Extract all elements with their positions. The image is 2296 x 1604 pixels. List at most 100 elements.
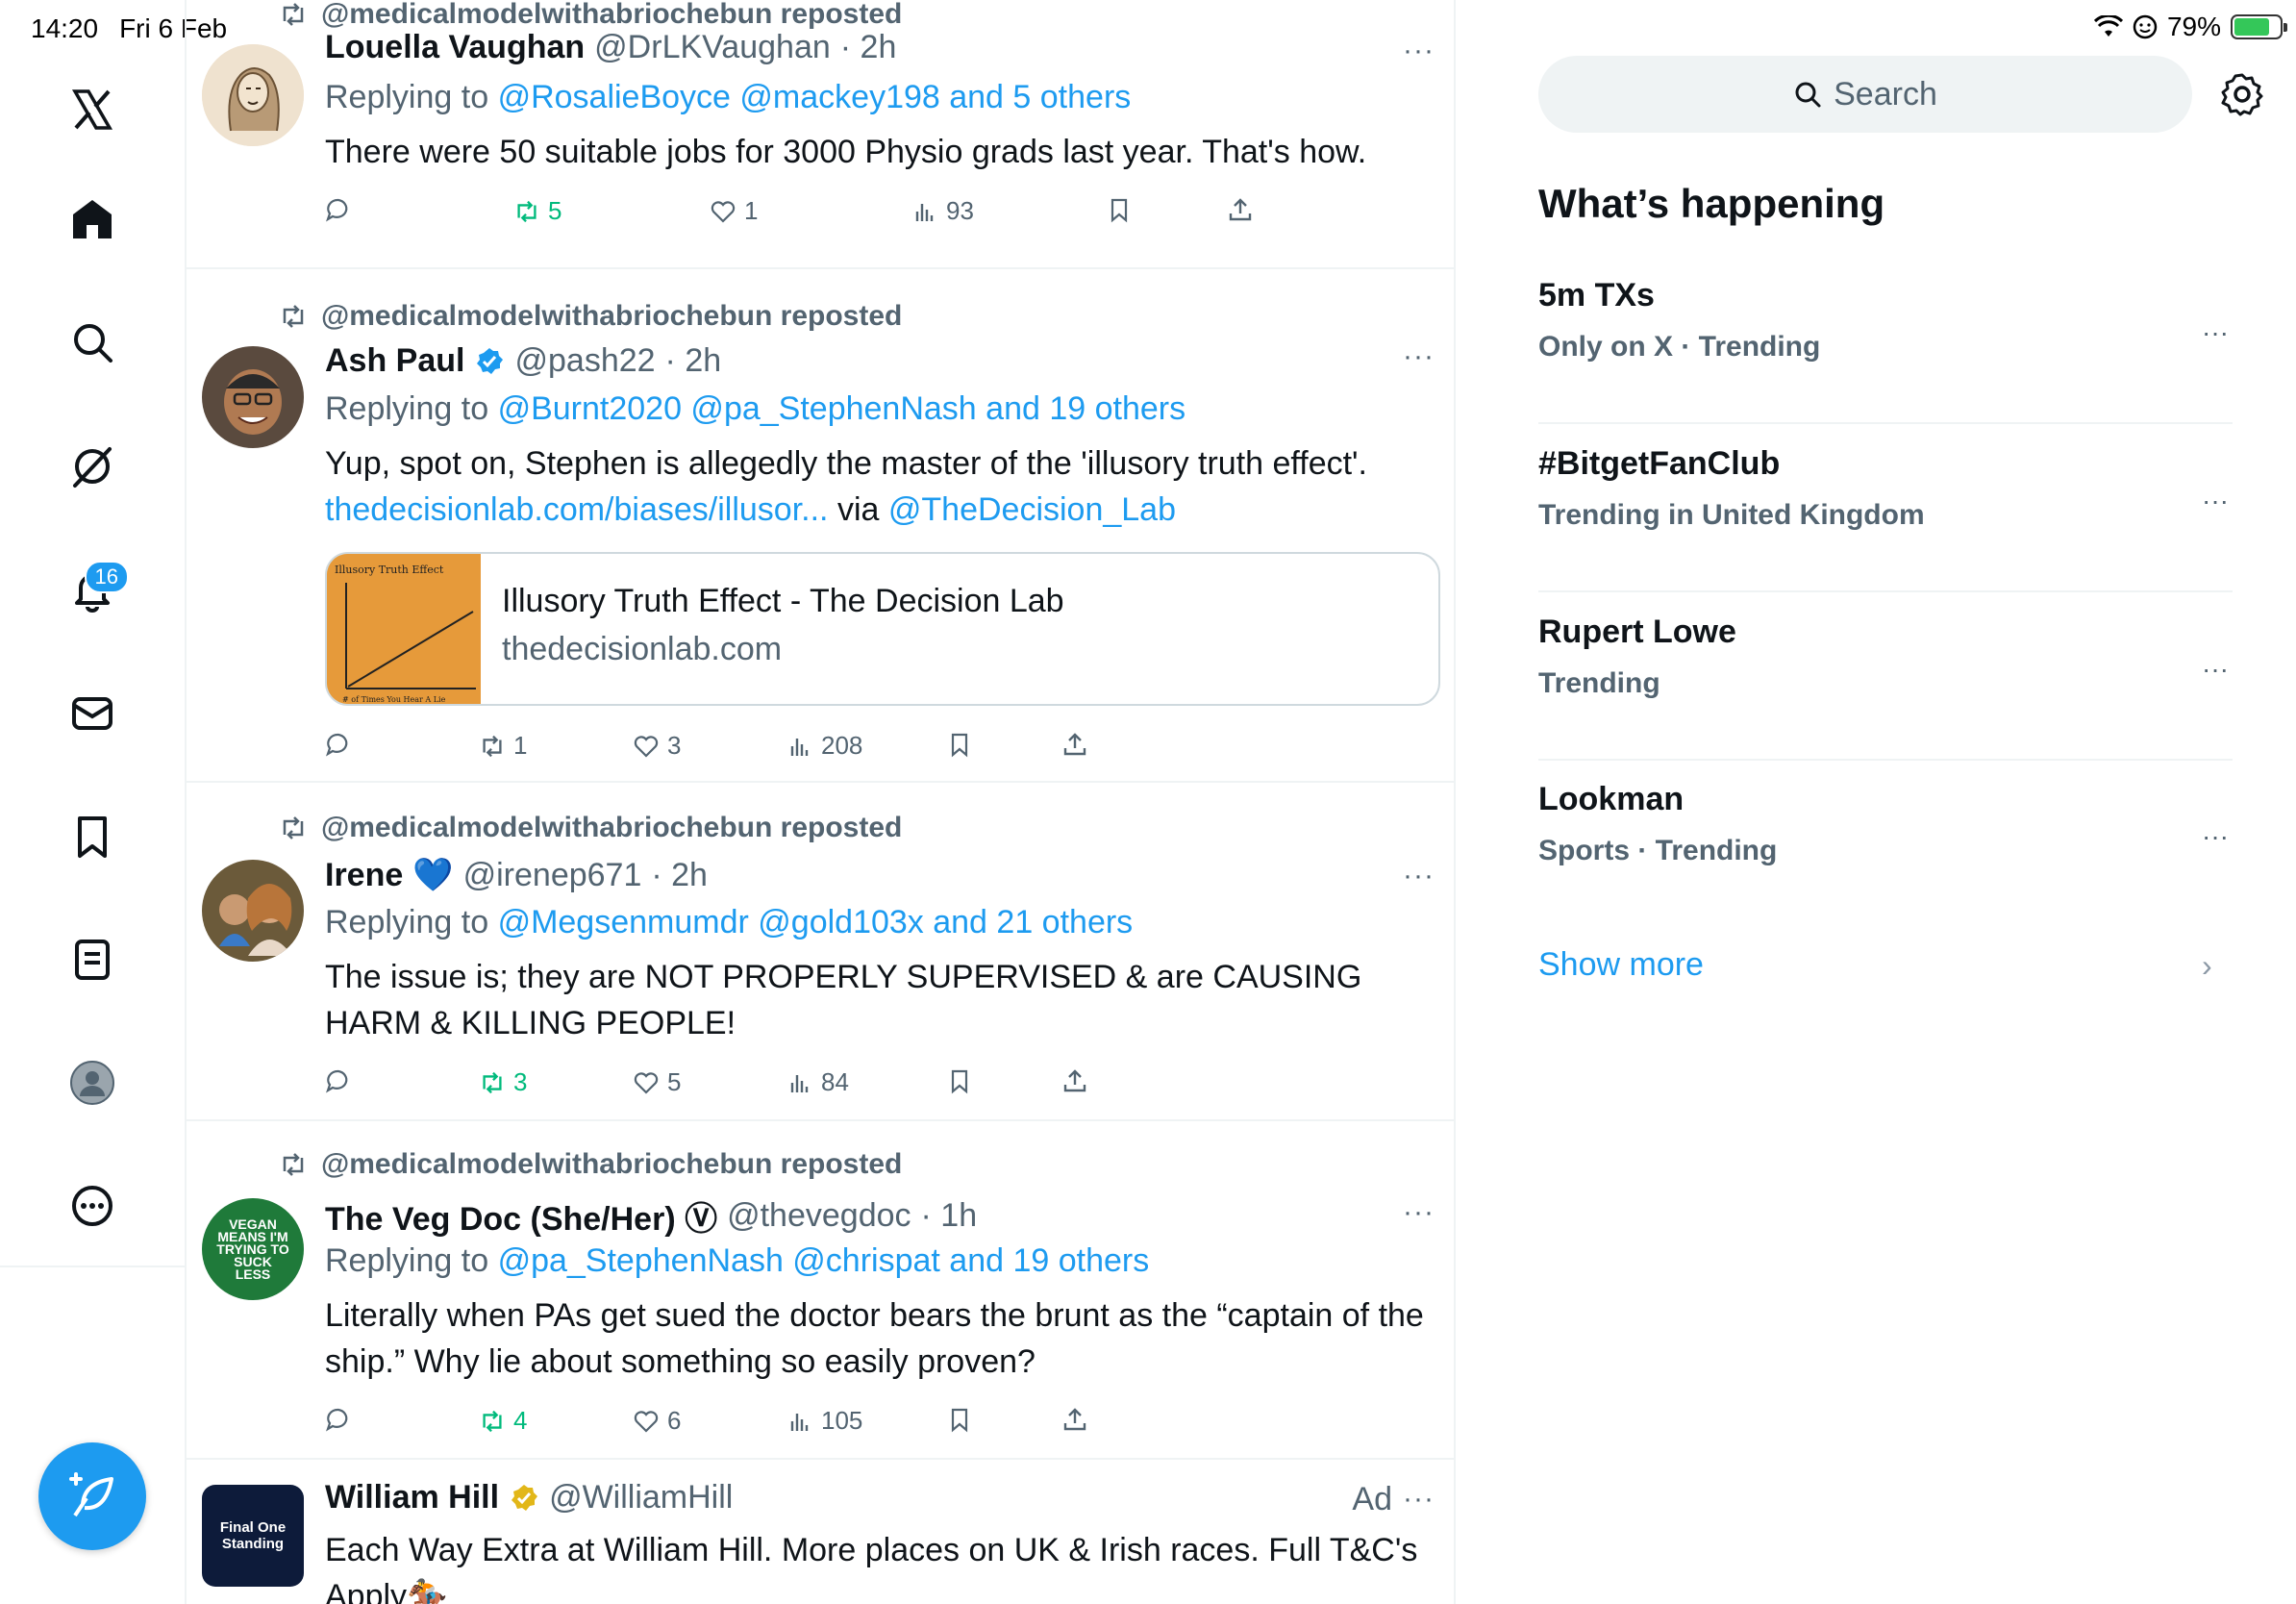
replying-prefix: Replying to (325, 1242, 489, 1279)
views-button[interactable]: 208 (786, 731, 862, 761)
repost-button[interactable]: 4 (479, 1406, 527, 1436)
like-button[interactable]: 5 (633, 1067, 681, 1097)
replying-to: Replying to @pa_StephenNash @chrispat an… (325, 1242, 1149, 1280)
repost-button[interactable]: 1 (479, 731, 527, 761)
settings-gear-icon[interactable] (2219, 71, 2265, 117)
repost-icon (517, 200, 537, 222)
tweet-more-button[interactable]: ··· (1403, 860, 1435, 892)
views-button[interactable]: 105 (786, 1406, 862, 1436)
share-button[interactable] (1061, 1067, 1088, 1094)
replying-to-users[interactable]: @Burnt2020 @pa_StephenNash and 19 others (498, 390, 1186, 427)
home-icon[interactable] (63, 190, 121, 248)
repost-icon (283, 305, 304, 328)
more-icon[interactable] (63, 1177, 121, 1235)
tweet-link[interactable]: thedecisionlab.com/biases/illusor... (325, 491, 829, 528)
reply-button[interactable] (325, 731, 352, 758)
reply-button[interactable] (325, 1067, 352, 1094)
views-button[interactable]: 84 (786, 1067, 849, 1097)
trend-item[interactable]: 5m TXs Only on X · Trending ··· (1538, 256, 2233, 424)
tweet[interactable]: @medicalmodelwithabriochebun reposted Ir… (187, 783, 1454, 1121)
like-button[interactable]: 6 (633, 1406, 681, 1436)
trend-meta: Sports · Trending (1538, 835, 1778, 866)
repost-button[interactable]: 5 (513, 196, 562, 226)
grok-icon[interactable] (63, 438, 121, 495)
ad-tweet[interactable]: Final One Standing William Hill @William… (187, 1460, 1454, 1604)
compose-button[interactable] (38, 1442, 146, 1550)
trend-more-button[interactable]: ··· (2202, 317, 2229, 348)
reply-button[interactable] (325, 1406, 352, 1433)
like-button[interactable]: 3 (633, 731, 681, 761)
repost-button[interactable]: 3 (479, 1067, 527, 1097)
author-name[interactable]: Ash Paul (325, 342, 464, 380)
tweet-more-button[interactable]: ··· (1403, 1483, 1435, 1516)
author-handle[interactable]: @WilliamHill (549, 1479, 733, 1516)
author-handle[interactable]: @pash22 (514, 342, 655, 380)
tweet-time[interactable]: · 2h (665, 342, 722, 380)
author-name[interactable]: Louella Vaughan (325, 29, 585, 66)
bookmark-button[interactable] (946, 1406, 973, 1433)
avatar[interactable]: Final One Standing (202, 1485, 304, 1587)
replying-to-users[interactable]: @RosalieBoyce @mackey198 and 5 others (498, 79, 1132, 115)
trend-more-button[interactable]: ··· (2202, 654, 2229, 685)
like-button[interactable]: 1 (710, 196, 758, 226)
heart-icon (634, 1410, 659, 1433)
tweet-more-button[interactable]: ··· (1403, 1196, 1435, 1229)
compose-icon (69, 1472, 113, 1517)
tweet-text: There were 50 suitable jobs for 3000 Phy… (325, 134, 1367, 170)
trend-item[interactable]: #BitgetFanClub Trending in United Kingdo… (1538, 424, 2233, 592)
tweet-time[interactable]: · 2h (840, 29, 897, 66)
tweet-time[interactable]: · 1h (921, 1197, 978, 1235)
tweet[interactable]: @medicalmodelwithabriochebun reposted Lo… (187, 0, 1454, 269)
replying-to-users[interactable]: @pa_StephenNash @chrispat and 19 others (498, 1242, 1150, 1279)
tweet-text-body: Yup, spot on, Stephen is allegedly the m… (325, 445, 1367, 482)
link-card[interactable]: Illusory Truth Effect # of Times You Hea… (325, 552, 1440, 706)
show-more-link[interactable]: Show more (1538, 946, 1704, 984)
x-logo-icon[interactable] (63, 81, 121, 138)
share-button[interactable] (1061, 1406, 1088, 1433)
views-button[interactable]: 93 (911, 196, 974, 226)
notifications-icon[interactable]: 16 (63, 561, 129, 618)
tweet-more-button[interactable]: ··· (1403, 35, 1435, 67)
avatar[interactable] (202, 44, 304, 146)
bookmark-button[interactable] (946, 731, 973, 758)
trend-more-button[interactable]: ··· (2202, 821, 2229, 852)
tweet-more-button[interactable]: ··· (1403, 340, 1435, 373)
avatar[interactable] (202, 860, 304, 962)
share-button[interactable] (1227, 196, 1254, 223)
trend-more-button[interactable]: ··· (2202, 486, 2229, 516)
timeline[interactable]: @medicalmodelwithabriochebun reposted Lo… (185, 0, 1456, 1604)
share-button[interactable] (1061, 731, 1088, 758)
reply-button[interactable] (325, 196, 352, 223)
profile-icon[interactable] (63, 1054, 121, 1112)
author-handle[interactable]: @thevegdoc (727, 1197, 911, 1235)
messages-icon[interactable] (63, 685, 121, 742)
tweet-via-handle[interactable]: @TheDecision_Lab (888, 491, 1176, 528)
tweet[interactable]: @medicalmodelwithabriochebun reposted As… (187, 269, 1454, 783)
replying-to-users[interactable]: @Megsenmumdr @gold103x and 21 others (498, 904, 1134, 940)
author-name[interactable]: Irene (325, 857, 403, 894)
tweet-actions: 4 6 105 (325, 1406, 1286, 1444)
trend-item[interactable]: Rupert Lowe Trending ··· (1538, 592, 2233, 761)
gold-verified-badge-icon (512, 1484, 538, 1511)
bookmark-button[interactable] (946, 1067, 973, 1094)
share-icon (1063, 1069, 1086, 1092)
bookmark-button[interactable] (1106, 196, 1133, 223)
search-input[interactable]: Search (1538, 56, 2192, 133)
avatar[interactable]: VEGAN MEANS I'M TRYING TO SUCK LESS (202, 1198, 304, 1300)
trend-meta: Trending in United Kingdom (1538, 499, 1925, 531)
author-handle[interactable]: @DrLKVaughan (594, 29, 831, 66)
author-name[interactable]: The Veg Doc (She/Her) Ⓥ (325, 1192, 717, 1240)
replying-prefix: Replying to (325, 904, 489, 940)
repost-icon (283, 816, 304, 840)
avatar[interactable] (202, 346, 304, 448)
trend-item[interactable]: Lookman Sports · Trending ··· (1538, 760, 2233, 928)
author-handle[interactable]: @irenep671 (463, 857, 642, 894)
search-icon[interactable] (63, 313, 121, 371)
lists-icon[interactable] (63, 931, 121, 989)
author-name[interactable]: William Hill (325, 1479, 499, 1516)
tweet[interactable]: @medicalmodelwithabriochebun reposted VE… (187, 1121, 1454, 1460)
tweet-actions: 1 3 208 (325, 731, 1286, 769)
bookmarks-icon[interactable] (63, 808, 121, 865)
tweet-time[interactable]: · 2h (651, 857, 708, 894)
thumb-caption: # of Times You Hear A Lie (342, 695, 446, 704)
